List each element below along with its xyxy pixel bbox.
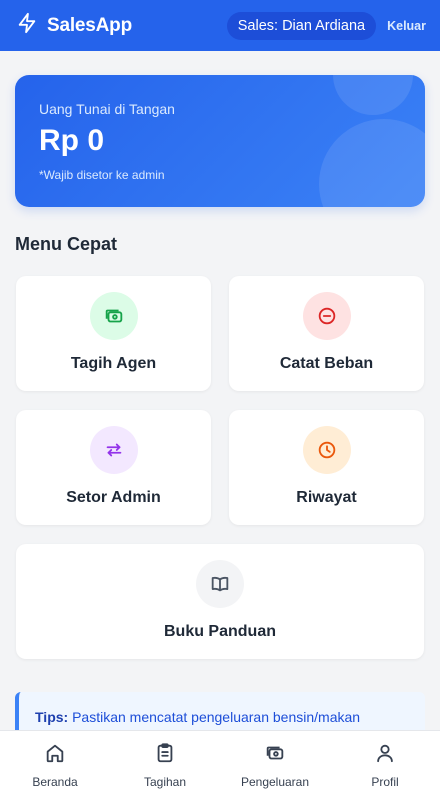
tagih-agen-button[interactable]: Tagih Agen: [16, 276, 211, 391]
sales-user-badge: Sales: Dian Ardiana: [226, 11, 377, 40]
decorative-circle: [319, 119, 425, 207]
nav-label: Profil: [371, 775, 399, 789]
home-icon: [44, 742, 66, 769]
app-title: SalesApp: [47, 14, 132, 36]
cash-on-hand-card: Uang Tunai di Tangan Rp 0 *Wajib disetor…: [15, 75, 425, 207]
minus-circle-icon: [302, 292, 351, 340]
tile-label: Setor Admin: [66, 489, 161, 506]
clipboard-icon: [154, 742, 176, 769]
setor-admin-button[interactable]: Setor Admin: [16, 410, 211, 525]
bolt-icon: [16, 12, 38, 39]
catat-beban-button[interactable]: Catat Beban: [229, 276, 424, 391]
nav-label: Tagihan: [143, 775, 187, 789]
money-icon: [264, 742, 286, 769]
brand[interactable]: SalesApp: [16, 12, 132, 39]
cash-note: *Wajib disetor ke admin: [39, 168, 165, 182]
cash-value: Rp 0: [39, 124, 105, 157]
tile-label: Riwayat: [296, 489, 357, 506]
transfer-icon: [89, 426, 138, 474]
riwayat-button[interactable]: Riwayat: [229, 410, 424, 525]
user-icon: [374, 742, 396, 769]
buku-panduan-button[interactable]: Buku Panduan: [16, 544, 424, 659]
bottom-nav: Beranda Tagihan Pengeluaran Profil: [0, 730, 440, 795]
logout-button[interactable]: Keluar: [387, 19, 426, 33]
decorative-circle: [333, 75, 413, 115]
tile-label: Buku Panduan: [163, 623, 276, 640]
tips-box: Tips: Pastikan mencatat pengeluaran bens…: [15, 692, 425, 731]
quick-menu-title: Menu Cepat: [15, 234, 118, 254]
nav-item-profil[interactable]: Profil: [330, 731, 440, 795]
nav-item-pengeluaran[interactable]: Pengeluaran: [220, 731, 330, 795]
nav-item-beranda[interactable]: Beranda: [0, 731, 110, 795]
tips-text: Pastikan mencatat pengeluaran bensin/mak…: [72, 709, 361, 725]
nav-label: Beranda: [32, 775, 78, 789]
nav-label: Pengeluaran: [240, 775, 310, 789]
book-icon: [196, 560, 244, 608]
tips-title: Tips:: [35, 709, 69, 725]
app-header: SalesApp Sales: Dian Ardiana Keluar: [0, 0, 440, 51]
tile-label: Catat Beban: [279, 355, 374, 372]
money-icon: [89, 292, 138, 340]
cash-label: Uang Tunai di Tangan: [39, 101, 175, 117]
main-content: Uang Tunai di Tangan Rp 0 *Wajib disetor…: [0, 51, 440, 731]
clock-icon: [302, 426, 351, 474]
nav-item-tagihan[interactable]: Tagihan: [110, 731, 220, 795]
tile-label: Tagih Agen: [70, 355, 157, 372]
